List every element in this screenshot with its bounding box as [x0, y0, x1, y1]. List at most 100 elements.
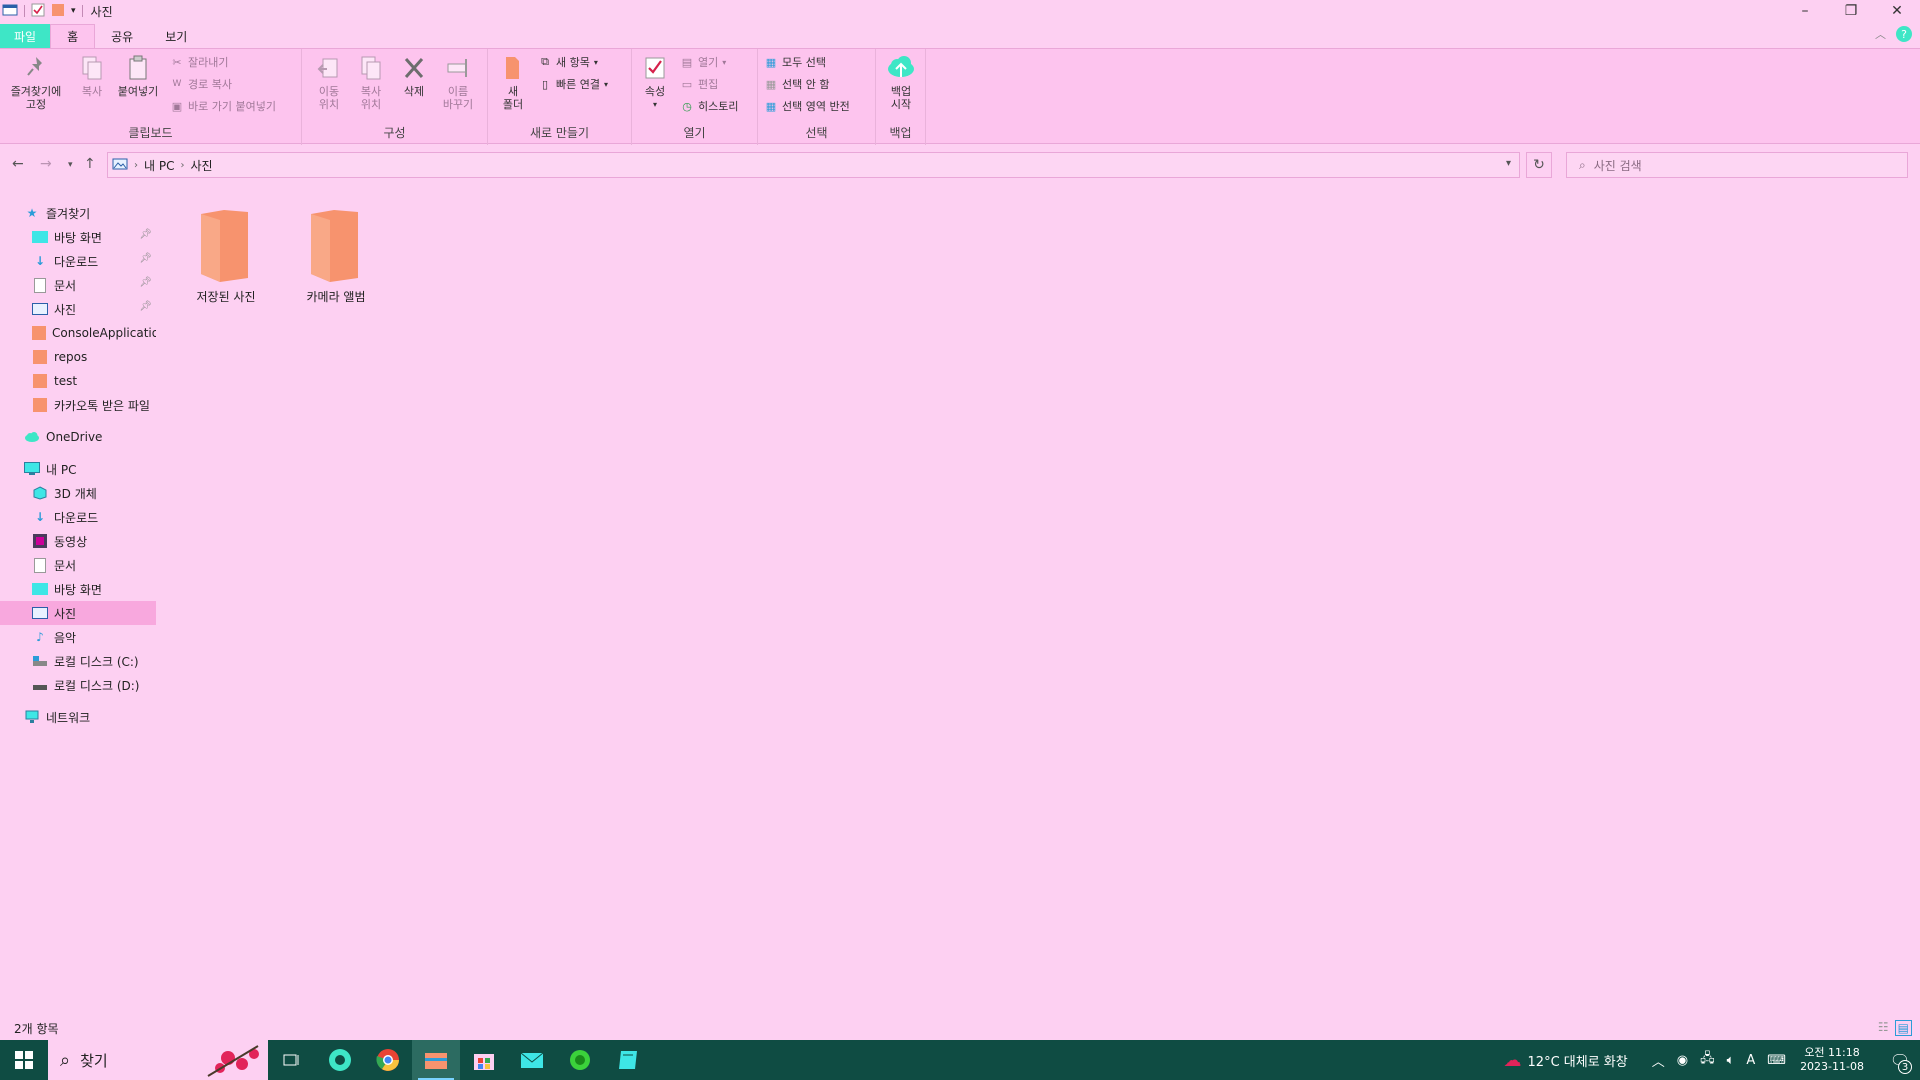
- delete-button[interactable]: 삭제: [398, 53, 430, 98]
- pin-icon[interactable]: 📌︎: [139, 301, 152, 312]
- task-view-button[interactable]: [268, 1040, 316, 1080]
- taskbar-app-mail[interactable]: [508, 1040, 556, 1080]
- easy-access-button[interactable]: ▯ 빠른 연결 ▾: [538, 75, 608, 93]
- taskbar-app-store[interactable]: [460, 1040, 508, 1080]
- cut-button[interactable]: ✂ 잘라내기: [170, 53, 228, 71]
- taskbar-app-notes[interactable]: [604, 1040, 652, 1080]
- taskbar-app-green[interactable]: [556, 1040, 604, 1080]
- properties-icon[interactable]: [31, 3, 45, 20]
- volume-muted-icon[interactable]: 🔈︎: [1727, 1053, 1735, 1068]
- status-bar: 2개 항목 ☷ ▤: [0, 1016, 1920, 1040]
- copy-button[interactable]: 복사: [74, 53, 110, 98]
- record-icon[interactable]: ◉: [1677, 1053, 1688, 1068]
- nav-quick-folder[interactable]: 카카오톡 받은 파일: [0, 393, 156, 417]
- open-button[interactable]: ▤ 열기 ▾: [680, 53, 726, 71]
- move-to-button[interactable]: 이동 위치: [310, 53, 348, 111]
- back-arrow-icon[interactable]: ←: [12, 156, 24, 172]
- tab-share[interactable]: 공유: [95, 24, 149, 48]
- edit-label: 편집: [698, 78, 719, 91]
- pin-quick-access-button[interactable]: 즐겨찾기에 고정: [6, 53, 66, 111]
- folder-item[interactable]: 저장된 사진: [176, 206, 276, 305]
- chevron-up-icon[interactable]: ︿: [1875, 26, 1886, 42]
- group-clipboard: 즐겨찾기에 고정 복사 붙여넣기 ✂ 잘라내기 W 경로 복사 ▣ 바로 가기 …: [0, 49, 302, 145]
- nav-quick-folder[interactable]: repos: [0, 345, 156, 369]
- nav-pc-desktop[interactable]: 바탕 화면: [0, 577, 156, 601]
- nav-pc-music[interactable]: ♪ 음악: [0, 625, 156, 649]
- chevron-up-icon[interactable]: ︿: [1652, 1051, 1665, 1070]
- network-status-icon[interactable]: 🖧︎: [1700, 1049, 1715, 1071]
- close-button[interactable]: ✕: [1874, 0, 1920, 22]
- nav-pc-documents[interactable]: 문서: [0, 553, 156, 577]
- properties-button[interactable]: 속성 ▾: [640, 53, 670, 111]
- taskbar-app-file-explorer[interactable]: [412, 1040, 460, 1080]
- nav-quick-access[interactable]: ★ 즐겨찾기: [0, 201, 156, 225]
- pin-icon[interactable]: 📌︎: [139, 229, 152, 240]
- notification-center-button[interactable]: 🗨︎ 3: [1880, 1040, 1920, 1080]
- clock[interactable]: 오전 11:18 2023-11-08: [1800, 1046, 1864, 1074]
- easy-access-icon: ▯: [541, 77, 549, 91]
- nav-quick-documents[interactable]: 문서 📌︎: [0, 273, 156, 297]
- taskbar-app-chrome[interactable]: [364, 1040, 412, 1080]
- weather-widget[interactable]: ☁ 12°C 대체로 화창: [1504, 1050, 1628, 1071]
- paste-shortcut-button[interactable]: ▣ 바로 가기 붙여넣기: [170, 97, 276, 115]
- folder-icon: [32, 373, 48, 389]
- new-item-button[interactable]: ⧉ 새 항목 ▾: [538, 53, 598, 71]
- nav-network[interactable]: 네트워크: [0, 705, 156, 729]
- nav-pc-3d-objects[interactable]: 3D 개체: [0, 481, 156, 505]
- restore-button[interactable]: ❐: [1828, 0, 1874, 22]
- nav-pc-downloads[interactable]: ↓ 다운로드: [0, 505, 156, 529]
- keyboard-icon[interactable]: ⌨: [1767, 1053, 1786, 1068]
- breadcrumb-this-pc[interactable]: 내 PC: [144, 157, 174, 174]
- tab-file[interactable]: 파일: [0, 24, 51, 48]
- breadcrumb-pictures[interactable]: 사진: [190, 157, 212, 174]
- taskbar-app-edge[interactable]: [316, 1040, 364, 1080]
- taskbar-search[interactable]: ⌕ 찾기: [48, 1040, 268, 1080]
- nav-quick-desktop[interactable]: 바탕 화면 📌︎: [0, 225, 156, 249]
- select-none-button[interactable]: ▦ 선택 안 함: [764, 75, 830, 93]
- nav-quick-folder[interactable]: ConsoleApplication: [0, 321, 156, 345]
- new-folder-icon[interactable]: [51, 3, 65, 20]
- nav-label: 로컬 디스크 (C:): [54, 654, 139, 669]
- explorer-icon[interactable]: [2, 4, 18, 19]
- pin-icon[interactable]: 📌︎: [139, 277, 152, 288]
- chevron-down-icon[interactable]: ▾: [71, 6, 76, 16]
- folder-item[interactable]: 카메라 앨범: [286, 206, 386, 305]
- help-icon[interactable]: ?: [1896, 26, 1912, 42]
- nav-pc-pictures[interactable]: 사진: [0, 601, 156, 625]
- nav-quick-downloads[interactable]: ↓ 다운로드 📌︎: [0, 249, 156, 273]
- start-button[interactable]: [0, 1040, 48, 1080]
- tab-home[interactable]: 홈: [50, 24, 96, 48]
- recent-locations-chevron-icon[interactable]: ▾: [68, 160, 73, 170]
- nav-pc-drive-d[interactable]: 로컬 디스크 (D:): [0, 673, 156, 697]
- computer-icon: [24, 461, 40, 477]
- rename-button[interactable]: 이름 바꾸기: [436, 53, 480, 111]
- forward-arrow-icon[interactable]: →: [40, 156, 52, 172]
- large-icons-view-icon[interactable]: ▤: [1894, 1020, 1912, 1036]
- refresh-button[interactable]: ↻: [1526, 152, 1552, 178]
- pin-icon[interactable]: 📌︎: [139, 253, 152, 264]
- nav-quick-pictures[interactable]: 사진 📌︎: [0, 297, 156, 321]
- up-arrow-icon[interactable]: ↑: [84, 156, 96, 172]
- paste-button[interactable]: 붙여넣기: [112, 53, 164, 98]
- edit-button[interactable]: ▭ 편집: [680, 75, 718, 93]
- nav-onedrive[interactable]: OneDrive: [0, 425, 156, 449]
- nav-quick-folder[interactable]: test: [0, 369, 156, 393]
- tab-view[interactable]: 보기: [149, 24, 203, 48]
- nav-pc-drive-c[interactable]: 로컬 디스크 (C:): [0, 649, 156, 673]
- ime-indicator[interactable]: A: [1746, 1053, 1755, 1068]
- invert-selection-button[interactable]: ▦ 선택 영역 반전: [764, 97, 850, 115]
- copy-to-button[interactable]: 복사 위치: [352, 53, 390, 111]
- group-organize: 이동 위치 복사 위치 삭제 이름 바꾸기 구성: [302, 49, 488, 145]
- nav-this-pc[interactable]: 내 PC: [0, 457, 156, 481]
- nav-pc-videos[interactable]: 동영상: [0, 529, 156, 553]
- address-bar[interactable]: › 내 PC › 사진 ▾: [107, 152, 1520, 178]
- copy-path-button[interactable]: W 경로 복사: [170, 75, 232, 93]
- address-dropdown-icon[interactable]: ▾: [1506, 158, 1511, 169]
- select-all-button[interactable]: ▦ 모두 선택: [764, 53, 826, 71]
- details-view-icon[interactable]: ☷: [1878, 1020, 1889, 1036]
- start-backup-button[interactable]: 백업 시작: [880, 53, 922, 111]
- minimize-button[interactable]: –: [1782, 0, 1828, 22]
- history-button[interactable]: ◷ 히스토리: [680, 97, 738, 115]
- search-input[interactable]: ⌕ 사진 검색: [1566, 152, 1908, 178]
- new-folder-button[interactable]: 새 폴더: [498, 53, 528, 111]
